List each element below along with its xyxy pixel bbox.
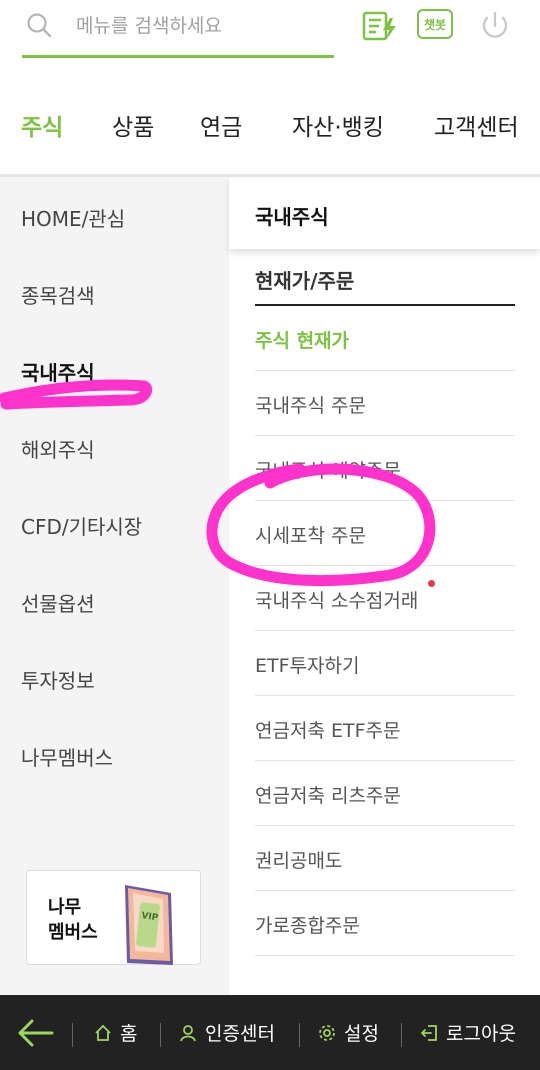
- submenu-item-label: ETF투자하기: [255, 655, 360, 677]
- submenu-header-title: 국내주식: [255, 205, 329, 229]
- bottom-auth-label: 인증센터: [205, 1023, 275, 1045]
- bottom-auth-button[interactable]: 인증센터: [179, 995, 275, 1070]
- tab-pension[interactable]: 연금: [200, 108, 242, 142]
- left-nav-home-watchlist[interactable]: HOME/관심: [21, 203, 125, 232]
- submenu-item-label: 국내주식 예약주문: [255, 460, 401, 482]
- bottom-bar-separator: [299, 1023, 300, 1047]
- namu-card-label: 나무 멤버스: [48, 897, 98, 943]
- submenu-item-stock-price[interactable]: 주식 현재가: [255, 306, 515, 371]
- bottom-bar: 홈 인증센터 설정 로그아웃: [0, 995, 540, 1070]
- quick-order-icon[interactable]: [361, 8, 399, 44]
- submenu-item-landscape-order[interactable]: 가로종합주문: [255, 891, 515, 956]
- submenu-item-price-capture-order[interactable]: 시세포착 주문: [255, 501, 515, 566]
- submenu-item-label: 연금저축 리츠주문: [255, 785, 401, 807]
- back-arrow-icon[interactable]: [18, 1019, 54, 1047]
- user-icon: [180, 1024, 196, 1041]
- chatbot-button[interactable]: 챗봇: [417, 9, 453, 39]
- left-nav-overseas-stock[interactable]: 해외주식: [21, 434, 95, 463]
- power-icon[interactable]: [476, 8, 514, 44]
- submenu-item-label: 가로종합주문: [255, 915, 360, 937]
- bottom-settings-button[interactable]: 설정: [318, 995, 379, 1070]
- search-icon: [27, 13, 52, 38]
- search-bar[interactable]: [22, 0, 334, 58]
- left-nav: HOME/관심 종목검색 국내주식 해외주식 CFD/기타시장 선물옵션 투자정…: [0, 177, 229, 995]
- submenu-panel: 국내주식 현재가/주문 주식 현재가 국내주식 주문 국내주식 예약주문 시세포…: [229, 177, 540, 995]
- submenu-item-label: 주식 현재가: [255, 330, 350, 352]
- submenu-item-reserved-order[interactable]: 국내주식 예약주문: [255, 436, 515, 501]
- namu-members-card[interactable]: 나무 멤버스 VIP: [26, 870, 201, 965]
- new-dot-icon: [428, 580, 435, 587]
- search-input[interactable]: [74, 8, 328, 44]
- bottom-settings-label: 설정: [344, 1023, 379, 1045]
- left-nav-namu-members[interactable]: 나무멤버스: [21, 742, 113, 771]
- bottom-home-label: 홈: [120, 1023, 138, 1045]
- left-nav-futures-options[interactable]: 선물옵션: [21, 588, 95, 617]
- left-nav-investment-info[interactable]: 투자정보: [21, 665, 95, 694]
- submenu-item-label: 권리공매도: [255, 850, 343, 872]
- submenu-item-label: 국내주식 주문: [255, 395, 366, 417]
- bottom-bar-separator: [160, 1023, 161, 1047]
- tab-stock[interactable]: 주식: [21, 108, 63, 142]
- bottom-logout-label: 로그아웃: [446, 1023, 516, 1045]
- logout-icon: [421, 1024, 437, 1041]
- submenu-item-pension-reits-order[interactable]: 연금저축 리츠주문: [255, 761, 515, 826]
- tab-assets-banking[interactable]: 자산·뱅킹: [292, 108, 384, 142]
- submenu-item-short-selling[interactable]: 권리공매도: [255, 826, 515, 891]
- tab-products[interactable]: 상품: [112, 108, 154, 142]
- vip-card-icon: VIP: [125, 881, 173, 965]
- chatbot-label: 챗봇: [423, 17, 447, 32]
- submenu-item-pension-etf-order[interactable]: 연금저축 ETF주문: [255, 696, 515, 761]
- left-nav-cfd-other[interactable]: CFD/기타시장: [21, 511, 142, 540]
- left-nav-stock-search[interactable]: 종목검색: [21, 280, 95, 309]
- home-icon: [95, 1024, 111, 1041]
- left-nav-domestic-stock[interactable]: 국내주식: [21, 357, 95, 386]
- bottom-bar-separator: [401, 1023, 402, 1047]
- tab-customer-center[interactable]: 고객센터: [434, 108, 519, 142]
- submenu-item-label: 연금저축 ETF주문: [255, 720, 401, 742]
- submenu-item-fractional-trading[interactable]: 국내주식 소수점거래: [255, 566, 515, 631]
- bottom-home-button[interactable]: 홈: [94, 995, 137, 1070]
- main-tabs: 주식 상품 연금 자산·뱅킹 고객센터: [0, 108, 540, 158]
- submenu-header: 국내주식: [229, 177, 540, 249]
- submenu-item-domestic-order[interactable]: 국내주식 주문: [255, 371, 515, 436]
- gear-icon: [319, 1024, 335, 1041]
- submenu-item-label: 국내주식 소수점거래: [255, 590, 419, 612]
- bottom-bar-separator: [72, 1023, 73, 1047]
- submenu-item-etf-invest[interactable]: ETF투자하기: [255, 631, 515, 696]
- section-title: 현재가/주문: [255, 269, 355, 293]
- bottom-logout-button[interactable]: 로그아웃: [420, 995, 516, 1070]
- submenu-item-label: 시세포착 주문: [255, 525, 366, 547]
